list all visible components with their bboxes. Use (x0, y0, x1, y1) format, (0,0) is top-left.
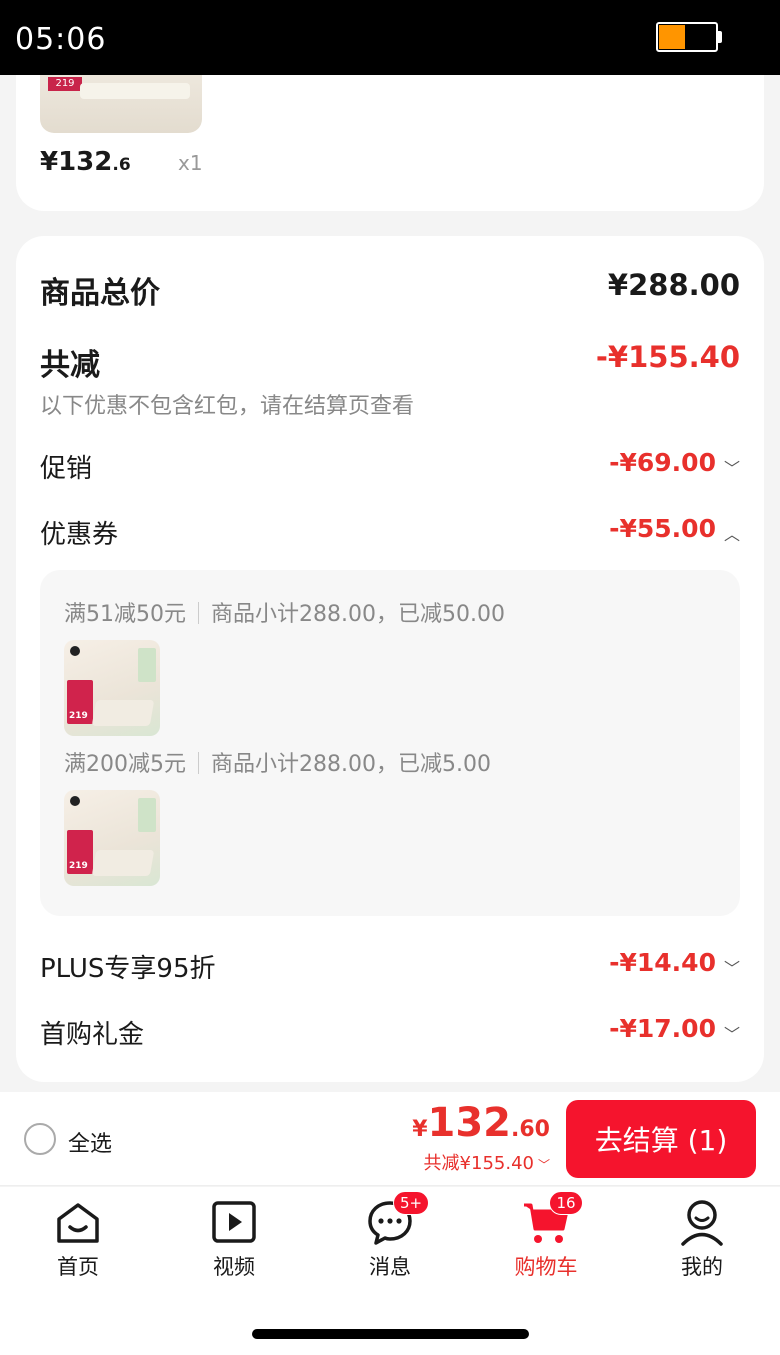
profile-icon (677, 1197, 727, 1247)
checkout-button[interactable]: 去结算 (1) (566, 1100, 756, 1178)
video-icon (209, 1197, 259, 1247)
checkout-total-price: ¥132.60 (412, 1100, 550, 1146)
total-price-value: ¥288.00 (607, 268, 740, 302)
total-reduce-value: -¥155.40 (595, 340, 740, 374)
coupon-row[interactable]: 优惠券 -¥55.00 ︿ (40, 514, 740, 551)
total-reduce-row: 共减 -¥155.40 (40, 340, 740, 384)
thumb-price-tag: 219 (48, 77, 82, 91)
coupon-value: -¥55.00 (609, 514, 716, 543)
coupon-detail-panel: 满51减50元 商品小计288.00，已减50.00 219 满200减5元 商品小… (40, 570, 740, 916)
battery-icon (656, 22, 718, 52)
plus-discount-row[interactable]: PLUS专享95折 -¥14.40 ﹀ (40, 948, 740, 985)
plus-discount-label: PLUS专享95折 (40, 954, 216, 984)
product-image-mat (80, 83, 190, 99)
tab-video[interactable]: 视频 (184, 1197, 284, 1281)
plus-discount-value: -¥14.40 (609, 948, 716, 977)
status-time: 05:06 (15, 22, 107, 57)
tab-messages[interactable]: 5+ 消息 (340, 1191, 440, 1281)
coupon-product-thumbnail[interactable]: 219 (64, 640, 160, 736)
message-icon: 5+ (365, 1191, 430, 1247)
coupon-label: 优惠券 (40, 520, 119, 550)
price-summary-card: 商品总价 ¥288.00 共减 -¥155.40 以下优惠不包含红包，请在结算页… (16, 236, 764, 1082)
select-all-radio[interactable] (24, 1123, 56, 1155)
select-all-label[interactable]: 全选 (68, 1126, 112, 1158)
promo-row[interactable]: 促销 -¥69.00 ﹀ (40, 448, 740, 485)
total-reduce-label: 共减 (40, 348, 100, 383)
message-badge: 5+ (393, 1191, 430, 1215)
cart-item-card: 219 ¥132.6 x1 (16, 75, 764, 211)
cart-badge: 16 (549, 1191, 583, 1215)
home-icon (53, 1197, 103, 1247)
chevron-down-icon: ﹀ (537, 1158, 550, 1172)
cart-icon: 16 (521, 1191, 583, 1247)
product-thumbnail[interactable]: 219 (40, 75, 202, 133)
promo-label: 促销 (40, 454, 93, 484)
first-buy-value: -¥17.00 (609, 1014, 716, 1043)
tab-home[interactable]: 首页 (28, 1197, 128, 1281)
chevron-down-icon: ﹀ (723, 958, 740, 978)
chevron-down-icon: ﹀ (723, 458, 740, 478)
first-buy-row[interactable]: 首购礼金 -¥17.00 ﹀ (40, 1014, 740, 1051)
checkout-reduce-toggle[interactable]: 共减¥155.40 ﹀ (424, 1149, 550, 1175)
status-bar: 05:06 (0, 0, 780, 75)
total-price-label: 商品总价 (40, 276, 160, 311)
coupon-rule-line: 满200减5元 商品小计288.00，已减5.00 (64, 752, 491, 777)
coupon-product-thumbnail[interactable]: 219 (64, 790, 160, 886)
promo-value: -¥69.00 (609, 448, 716, 477)
reduce-note: 以下优惠不包含红包，请在结算页查看 (40, 394, 415, 419)
coupon-rule-line: 满51减50元 商品小计288.00，已减50.00 (64, 602, 505, 627)
chevron-down-icon: ﹀ (723, 1024, 740, 1044)
battery-cap (718, 31, 722, 43)
total-price-row: 商品总价 ¥288.00 (40, 268, 740, 312)
tab-cart[interactable]: 16 购物车 (496, 1191, 596, 1281)
home-indicator[interactable] (252, 1329, 529, 1339)
item-quantity: x1 (178, 151, 203, 175)
item-price: ¥132.6 (40, 147, 131, 177)
chevron-up-icon: ︿ (723, 524, 740, 544)
first-buy-label: 首购礼金 (40, 1020, 145, 1050)
checkout-bar: 全选 ¥132.60 共减¥155.40 ﹀ 去结算 (1) (0, 1092, 780, 1186)
tab-profile[interactable]: 我的 (652, 1197, 752, 1281)
